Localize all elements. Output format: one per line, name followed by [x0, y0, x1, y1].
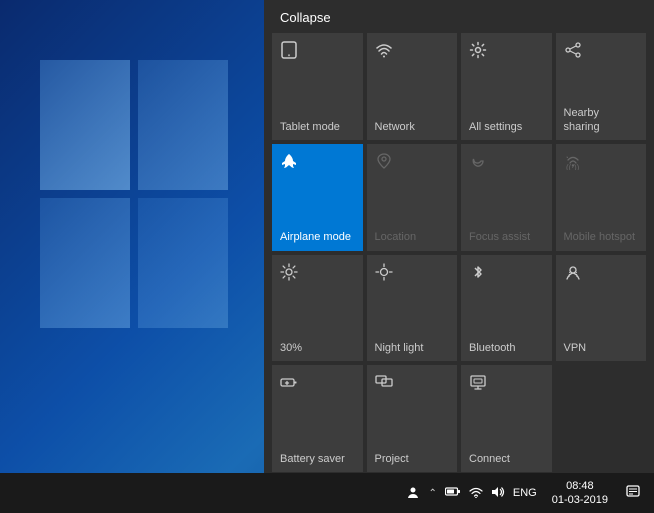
tile-connect[interactable]: Connect	[461, 365, 552, 472]
clock-time: 08:48	[566, 479, 594, 493]
language-indicator[interactable]: ENG	[510, 483, 540, 503]
tile-vpn-label: VPN	[564, 342, 587, 355]
tile-airplane-mode[interactable]: Airplane mode	[272, 144, 363, 251]
brightness-icon	[280, 263, 298, 284]
nearby-sharing-icon	[564, 41, 582, 62]
tile-mobile-hotspot-label: Mobile hotspot	[564, 231, 636, 244]
battery-saver-icon	[280, 373, 298, 394]
tile-battery-saver[interactable]: Battery saver	[272, 365, 363, 472]
tile-connect-label: Connect	[469, 453, 510, 466]
bluetooth-icon	[469, 263, 487, 284]
win-pane-bl	[40, 198, 130, 328]
tile-brightness[interactable]: 30%	[272, 255, 363, 362]
vpn-icon	[564, 263, 582, 284]
quick-actions-grid: Tablet mode Network All se	[264, 33, 654, 480]
notification-center-button[interactable]	[620, 481, 646, 506]
svg-text:((·)): ((·))	[566, 163, 580, 170]
location-icon	[375, 152, 393, 173]
people-icon[interactable]	[403, 481, 423, 506]
all-settings-icon	[469, 41, 487, 62]
tile-network[interactable]: Network	[367, 33, 458, 140]
system-tray: ⌃	[403, 481, 539, 506]
tile-nearby-sharing[interactable]: Nearby sharing	[556, 33, 647, 140]
tile-focus-assist[interactable]: Focus assist	[461, 144, 552, 251]
win-pane-tr	[138, 60, 228, 190]
night-light-icon	[375, 263, 393, 284]
tile-tablet-mode-label: Tablet mode	[280, 121, 340, 134]
tile-location-label: Location	[375, 231, 417, 244]
tile-airplane-mode-label: Airplane mode	[280, 231, 351, 244]
taskbar: ⌃	[0, 473, 654, 513]
volume-tray-icon[interactable]	[488, 482, 508, 505]
tile-brightness-label: 30%	[280, 342, 302, 355]
action-center-panel: Collapse Tablet mode Networ	[264, 0, 654, 480]
mobile-hotspot-icon: ((·))	[564, 152, 582, 173]
connect-icon	[469, 373, 487, 394]
tray-chevron-icon[interactable]: ⌃	[425, 484, 439, 503]
tile-night-light[interactable]: Night light	[367, 255, 458, 362]
network-icon	[375, 41, 393, 62]
tile-all-settings-label: All settings	[469, 121, 522, 134]
tablet-mode-icon	[280, 41, 298, 62]
windows-logo	[20, 20, 250, 450]
win-pane-tl	[40, 60, 130, 190]
tile-vpn[interactable]: VPN	[556, 255, 647, 362]
tile-tablet-mode[interactable]: Tablet mode	[272, 33, 363, 140]
tile-bluetooth-label: Bluetooth	[469, 342, 515, 355]
clock-date: 01-03-2019	[552, 493, 608, 507]
clock-display[interactable]: 08:48 01-03-2019	[544, 479, 616, 508]
focus-assist-icon	[469, 152, 487, 173]
tile-all-settings[interactable]: All settings	[461, 33, 552, 140]
collapse-button[interactable]: Collapse	[264, 0, 654, 33]
tile-project[interactable]: Project	[367, 365, 458, 472]
project-icon	[375, 373, 393, 394]
network-tray-icon[interactable]	[466, 482, 486, 505]
win-pane-br	[138, 198, 228, 328]
tile-night-light-label: Night light	[375, 342, 424, 355]
tile-project-label: Project	[375, 453, 409, 466]
airplane-mode-icon	[280, 152, 298, 173]
tile-battery-saver-label: Battery saver	[280, 453, 345, 466]
tile-focus-assist-label: Focus assist	[469, 231, 530, 244]
battery-tray-icon[interactable]	[442, 482, 464, 505]
tile-location[interactable]: Location	[367, 144, 458, 251]
tile-network-label: Network	[375, 121, 415, 134]
tile-mobile-hotspot[interactable]: ((·)) Mobile hotspot	[556, 144, 647, 251]
taskbar-right-area: ⌃	[403, 479, 646, 508]
tile-nearby-sharing-label: Nearby sharing	[564, 107, 639, 133]
tile-bluetooth[interactable]: Bluetooth	[461, 255, 552, 362]
